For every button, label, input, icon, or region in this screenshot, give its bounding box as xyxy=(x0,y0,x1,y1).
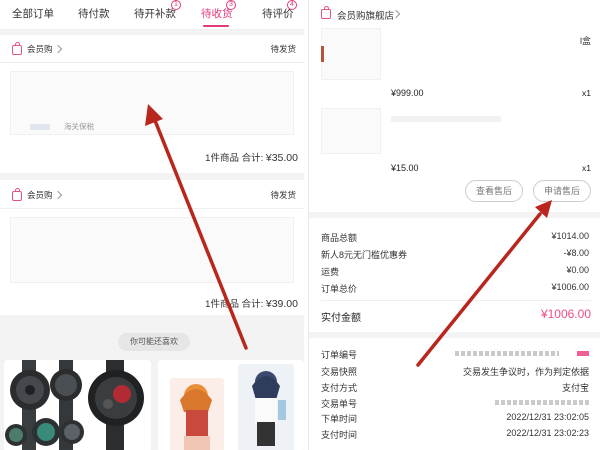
apply-after-sale-button[interactable]: 申请售后 xyxy=(533,180,591,202)
product-quantity: x1 xyxy=(582,88,591,98)
shop-name[interactable]: 会员购旗舰店 xyxy=(337,8,394,22)
paid-amount-label: 实付金额 xyxy=(321,313,361,324)
info-label: 支付方式 xyxy=(321,383,358,393)
tab-badge: 4 xyxy=(287,0,297,10)
view-after-sale-button[interactable]: 查看售后 xyxy=(465,180,523,202)
snapshot-link[interactable]: 交易发生争议时，作为判定依据 xyxy=(463,365,589,378)
product-title: l盒 xyxy=(580,36,591,46)
order-list-screen: 全部订单 待付款 待开补款 1 待收货 3 待评价 4 会员购 待发货 海关保税… xyxy=(0,0,304,450)
order-number-redacted xyxy=(455,351,559,356)
product-tag: 海关保税 xyxy=(64,122,94,131)
order-card[interactable]: 会员购 待发货 1件商品 合计: ¥39.00 xyxy=(0,180,304,315)
product-thumbnail xyxy=(321,28,381,80)
tab-all-orders[interactable]: 全部订单 xyxy=(12,6,54,21)
shop-icon xyxy=(12,188,22,201)
tab-pending-balance[interactable]: 待开补款 xyxy=(134,6,176,21)
blurred-tag xyxy=(30,124,50,130)
recommend-label: 你可能还喜欢 xyxy=(118,333,190,351)
order-total-amount: ¥35.00 xyxy=(265,152,298,164)
tab-pending-payment[interactable]: 待付款 xyxy=(78,6,110,21)
info-label: 交易单号 xyxy=(321,399,358,409)
summary-value: ¥1014.00 xyxy=(551,231,589,241)
summary-value: ¥1006.00 xyxy=(551,282,589,292)
tab-badge: 1 xyxy=(171,0,181,10)
product-row[interactable] xyxy=(10,217,294,283)
summary-value: -¥8.00 xyxy=(563,248,589,258)
watch-product-image xyxy=(4,360,151,450)
price-summary-card: 商品总额 ¥1014.00 新人8元无门槛优惠券 -¥8.00 运费 ¥0.00… xyxy=(309,218,600,332)
tab-badge: 3 xyxy=(226,0,236,10)
order-total-amount: ¥39.00 xyxy=(265,298,298,310)
info-label: 支付时间 xyxy=(321,430,358,440)
recommend-product-card[interactable] xyxy=(4,360,151,450)
info-value: 2022/12/31 23:02:05 xyxy=(506,412,589,422)
order-detail-screen: 会员购旗舰店 l盒 ¥999.00 x1 ¥15.00 x1 查看售后 申请售后… xyxy=(308,0,600,450)
shop-icon xyxy=(321,6,331,19)
info-label: 订单编号 xyxy=(321,350,358,360)
divider xyxy=(0,62,304,63)
order-info-card: 订单编号 交易快照 交易发生争议时，作为判定依据 支付方式 支付宝 交易单号 下… xyxy=(309,338,600,450)
info-label: 交易快照 xyxy=(321,367,358,377)
active-tab-indicator xyxy=(203,25,229,27)
chevron-right-icon xyxy=(53,44,63,54)
copy-tag[interactable] xyxy=(577,351,589,356)
info-value: 2022/12/31 23:02:23 xyxy=(506,428,589,438)
divider xyxy=(321,300,591,301)
product-quantity: x1 xyxy=(582,163,591,173)
product-price: ¥999.00 xyxy=(391,88,424,98)
product-thumbnail-edge xyxy=(321,46,324,62)
chevron-right-icon xyxy=(53,190,63,200)
order-summary-text: 1件商品 合计: xyxy=(205,299,264,310)
summary-label: 订单总价 xyxy=(321,284,358,294)
shop-name[interactable]: 会员购 xyxy=(27,189,53,201)
paid-amount-value: ¥1006.00 xyxy=(540,307,591,321)
order-summary-text: 1件商品 合计: xyxy=(205,153,264,164)
summary-label: 运费 xyxy=(321,267,340,277)
recommend-product-card[interactable] xyxy=(158,360,304,450)
order-status: 待发货 xyxy=(270,190,296,200)
shop-icon xyxy=(12,42,22,55)
summary-label: 商品总额 xyxy=(321,233,358,243)
product-title-blurred xyxy=(391,116,501,122)
divider xyxy=(0,208,304,209)
order-status: 待发货 xyxy=(270,44,296,54)
figure-product-image xyxy=(158,360,304,450)
order-total: 1件商品 合计: ¥39.00 xyxy=(205,296,298,310)
shop-order-card: 会员购旗舰店 l盒 ¥999.00 x1 ¥15.00 x1 查看售后 申请售后 xyxy=(309,0,600,212)
product-row[interactable] xyxy=(10,71,294,135)
summary-value: ¥0.00 xyxy=(566,265,589,275)
shop-name[interactable]: 会员购 xyxy=(27,43,53,55)
order-status-tabs: 全部订单 待付款 待开补款 1 待收货 3 待评价 4 xyxy=(0,0,304,30)
info-value: 支付宝 xyxy=(561,383,589,393)
product-price: ¥15.00 xyxy=(391,163,419,173)
product-thumbnail xyxy=(321,108,381,154)
transaction-number-redacted xyxy=(495,400,591,405)
order-card[interactable]: 会员购 待发货 海关保税 1件商品 合计: ¥35.00 xyxy=(0,35,304,173)
info-label: 下单时间 xyxy=(321,414,358,424)
summary-label: 新人8元无门槛优惠券 xyxy=(321,250,408,260)
order-total: 1件商品 合计: ¥35.00 xyxy=(205,150,298,164)
